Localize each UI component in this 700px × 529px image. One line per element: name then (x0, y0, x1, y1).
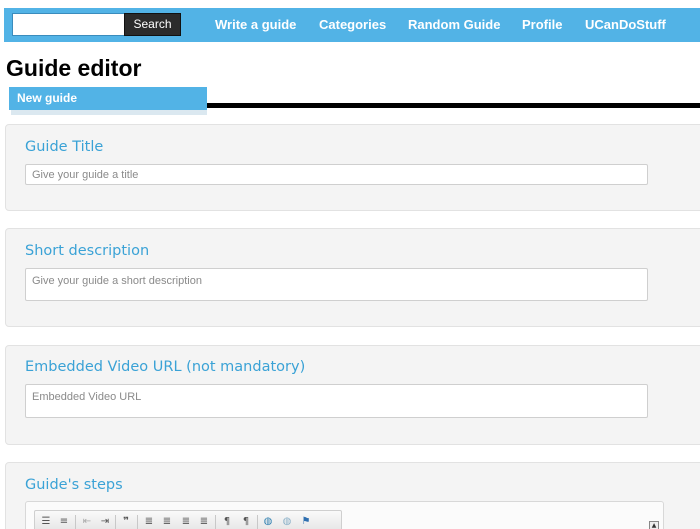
page-title: Guide editor (6, 55, 142, 81)
top-nav-bar: Search Write a guide Categories Random G… (4, 8, 700, 42)
numbered-list-icon[interactable]: ☰ (38, 514, 54, 529)
justify-icon[interactable]: ≣ (196, 514, 212, 529)
guide-steps-label: Guide's steps (25, 477, 123, 493)
nav-random-guide[interactable]: Random Guide (408, 8, 500, 42)
editor-toolbar: ☰ ≡ ⇤ ⇥ ❞ ≣ ≣ ≣ ≣ ¶ ¶ ◍ ◍ ⚑ (34, 510, 342, 529)
ltr-icon[interactable]: ¶ (219, 514, 235, 529)
video-url-label: Embedded Video URL (not mandatory) (25, 359, 306, 375)
guide-title-label: Guide Title (25, 139, 104, 155)
align-right-icon[interactable]: ≣ (178, 514, 194, 529)
toolbar-separator (137, 515, 138, 529)
indent-icon[interactable]: ⇥ (97, 514, 113, 529)
toolbar-separator (115, 515, 116, 529)
video-url-input[interactable] (25, 384, 648, 418)
guide-title-section: Guide Title (5, 124, 700, 211)
nav-user-account[interactable]: UCanDoStuff (585, 8, 666, 42)
tab-new-guide[interactable]: New guide (9, 87, 207, 110)
bulleted-list-icon[interactable]: ≡ (56, 514, 72, 529)
title-divider (204, 103, 700, 108)
nav-profile[interactable]: Profile (522, 8, 562, 42)
short-description-section: Short description (5, 228, 700, 327)
link-icon[interactable]: ◍ (260, 514, 276, 529)
align-left-icon[interactable]: ≣ (141, 514, 157, 529)
search-input[interactable] (12, 13, 125, 36)
guide-steps-section: Guide's steps ☰ ≡ ⇤ ⇥ ❞ ≣ ≣ ≣ ≣ ¶ ¶ ◍ ◍ … (5, 462, 700, 529)
steps-rich-text-editor[interactable]: ☰ ≡ ⇤ ⇥ ❞ ≣ ≣ ≣ ≣ ¶ ¶ ◍ ◍ ⚑ (25, 501, 664, 529)
anchor-flag-icon[interactable]: ⚑ (298, 514, 314, 529)
short-description-input[interactable] (25, 268, 648, 301)
guide-title-input[interactable] (25, 164, 648, 185)
rtl-icon[interactable]: ¶ (238, 514, 254, 529)
short-description-label: Short description (25, 243, 150, 259)
outdent-icon[interactable]: ⇤ (79, 514, 95, 529)
search-button[interactable]: Search (124, 13, 181, 36)
toolbar-separator (75, 515, 76, 529)
nav-write-a-guide[interactable]: Write a guide (215, 8, 296, 42)
align-center-icon[interactable]: ≣ (159, 514, 175, 529)
blockquote-icon[interactable]: ❞ (118, 514, 134, 529)
video-url-section: Embedded Video URL (not mandatory) (5, 345, 700, 445)
toolbar-separator (257, 515, 258, 529)
unlink-icon[interactable]: ◍ (279, 514, 295, 529)
nav-categories[interactable]: Categories (319, 8, 386, 42)
scroll-up-icon[interactable]: ▲ (649, 521, 659, 529)
toolbar-separator (215, 515, 216, 529)
